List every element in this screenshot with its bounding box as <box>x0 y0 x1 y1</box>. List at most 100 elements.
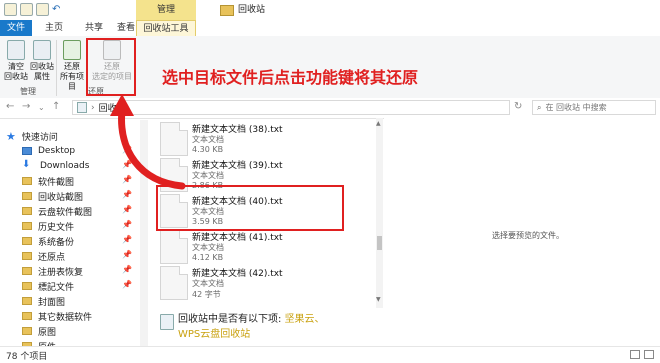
sidebar-item-label: 软件截图 <box>38 177 75 188</box>
recycle-bin-icon <box>7 40 25 60</box>
file-type: 文本文档 <box>192 279 224 288</box>
restore-all-button[interactable]: 还原 所有项目 <box>58 40 86 92</box>
sidebar-item-label: 云盘软件截图 <box>38 207 93 218</box>
window-title: 回收站 <box>220 0 265 20</box>
forward-arrow-icon[interactable]: → <box>22 101 30 112</box>
tab-recycle-tools[interactable]: 回收站工具 <box>136 20 196 36</box>
restore-all-label: 还原 所有项目 <box>60 62 84 91</box>
text-document-icon <box>160 266 188 300</box>
tab-home[interactable]: 主页 <box>34 20 74 36</box>
new-folder-icon[interactable] <box>36 3 49 16</box>
recycle-info-line2: WPS云盘回收站 <box>178 327 250 342</box>
search-input[interactable]: ⌕ 在 回收站 中搜索 <box>532 100 656 115</box>
preview-pane: 选择要预览的文件。 <box>384 118 660 346</box>
tab-file[interactable]: 文件 <box>0 20 32 36</box>
large-icons-view-icon[interactable] <box>644 350 654 359</box>
sidebar-item-label: 封面图 <box>38 297 66 308</box>
sidebar-item-label: Downloads <box>40 161 90 171</box>
sidebar-item-label: 系统备份 <box>38 237 75 248</box>
sidebar-item[interactable]: 历史文件 📌 <box>0 218 138 234</box>
sidebar-item-label: 快速访问 <box>21 132 58 143</box>
file-type: 文本文档 <box>192 243 224 252</box>
sidebar-item-label: 標記文件 <box>38 282 75 293</box>
sidebar-item-label: 历史文件 <box>38 222 75 233</box>
folder-icon <box>22 237 32 245</box>
sidebar-item-label: 还原点 <box>38 252 66 263</box>
recycle-bin-icon <box>77 102 87 113</box>
sidebar-item[interactable]: 系统备份 📌 <box>0 233 138 249</box>
file-size: 4.30 KB <box>192 145 224 154</box>
file-item[interactable]: 新建文本文档 (42).txt 文本文档 42 字节 <box>160 264 360 302</box>
refresh-icon[interactable]: ↻ <box>514 101 522 112</box>
properties-icon[interactable] <box>20 3 33 16</box>
group-label-manage: 管理 <box>20 87 36 96</box>
item-count: 78 个项目 <box>6 352 48 362</box>
file-item[interactable]: 新建文本文档 (41).txt 文本文档 4.12 KB <box>160 228 360 266</box>
pin-icon: 📌 <box>122 280 132 289</box>
recycle-bin-properties-button[interactable]: 回收站 属性 <box>28 40 56 82</box>
up-arrow-icon[interactable]: ↑ <box>52 101 60 112</box>
status-bar: 78 个项目 <box>0 346 660 363</box>
folder-icon <box>22 282 32 290</box>
folder-icon <box>22 147 32 155</box>
sidebar-item-label: Desktop <box>38 146 76 156</box>
highlight-box <box>86 38 136 96</box>
folder-icon <box>22 312 32 320</box>
folder-icon <box>22 177 32 185</box>
folder-icon <box>220 4 234 16</box>
title-bar: ↶ 管理 回收站 <box>0 0 660 20</box>
text-document-icon <box>160 230 188 264</box>
sidebar-item-label: 注册表恢复 <box>38 267 84 278</box>
folder-icon <box>22 327 32 335</box>
undo-icon[interactable]: ↶ <box>52 4 60 15</box>
sidebar-item[interactable]: 还原点 📌 <box>0 248 138 264</box>
sidebar-item[interactable]: 標記文件 📌 <box>0 278 138 294</box>
ribbon-divider <box>56 40 57 96</box>
sidebar-item[interactable]: 原图 <box>0 323 138 339</box>
file-size: 4.12 KB <box>192 253 224 262</box>
empty-recycle-bin-button[interactable]: 清空 回收站 <box>2 40 30 82</box>
recycle-bin-icon <box>160 314 174 330</box>
download-icon: ⬇ <box>22 159 31 170</box>
scroll-thumb[interactable] <box>377 236 382 250</box>
wps-cloud-recycle-link[interactable]: WPS云盘回收站 <box>178 329 250 340</box>
recycle-info-line1: 回收站中是否有以下项: 坚果云、 <box>178 312 325 327</box>
recycle-bin-properties-label: 回收站 属性 <box>30 62 54 81</box>
sidebar-item-label: 其它数据软件 <box>38 312 93 323</box>
sidebar-item[interactable]: 封面图 <box>0 293 138 309</box>
window-title-text: 回收站 <box>238 5 266 15</box>
folder-icon <box>4 3 17 16</box>
quick-access-toolbar: ↶ <box>4 3 60 16</box>
folder-icon <box>22 267 32 275</box>
star-icon: ★ <box>6 129 16 143</box>
properties-icon <box>33 40 51 60</box>
sidebar-item[interactable]: 注册表恢复 📌 <box>0 263 138 279</box>
folder-icon <box>22 207 32 215</box>
folder-icon <box>22 252 32 260</box>
pin-icon: 📌 <box>122 235 132 244</box>
sidebar-item[interactable]: 其它数据软件 <box>0 308 138 324</box>
breadcrumb-separator-icon: › <box>91 102 95 113</box>
context-group-label: 管理 <box>136 0 196 20</box>
sidebar-item[interactable]: 云盘软件截图 📌 <box>0 203 138 219</box>
sidebar-item-label: 回收站截图 <box>38 192 84 203</box>
sidebar-item-label: 原图 <box>38 327 57 338</box>
recent-locations-icon[interactable]: ⌄ <box>38 103 45 112</box>
jianguoyun-link[interactable]: 坚果云、 <box>285 314 325 325</box>
ribbon-tabs: 文件 主页 共享 查看 回收站工具 <box>0 20 660 37</box>
file-list-scrollbar[interactable]: ▲ ▼ <box>376 118 383 308</box>
view-toggle <box>630 350 654 359</box>
scroll-up-icon[interactable]: ▲ <box>376 120 381 127</box>
details-view-icon[interactable] <box>630 350 640 359</box>
pin-icon: 📌 <box>122 250 132 259</box>
pin-icon: 📌 <box>122 205 132 214</box>
file-item[interactable]: 新建文本文档 (38).txt 文本文档 4.30 KB <box>160 120 360 158</box>
restore-icon <box>63 40 81 60</box>
preview-text: 选择要预览的文件。 <box>492 231 564 240</box>
pin-icon: 📌 <box>122 265 132 274</box>
scroll-down-icon[interactable]: ▼ <box>376 296 381 303</box>
empty-recycle-bin-label: 清空 回收站 <box>4 62 28 81</box>
back-arrow-icon[interactable]: ← <box>6 101 14 112</box>
file-type: 文本文档 <box>192 135 224 144</box>
annotation-text: 选中目标文件后点击功能键将其还原 <box>162 68 419 87</box>
